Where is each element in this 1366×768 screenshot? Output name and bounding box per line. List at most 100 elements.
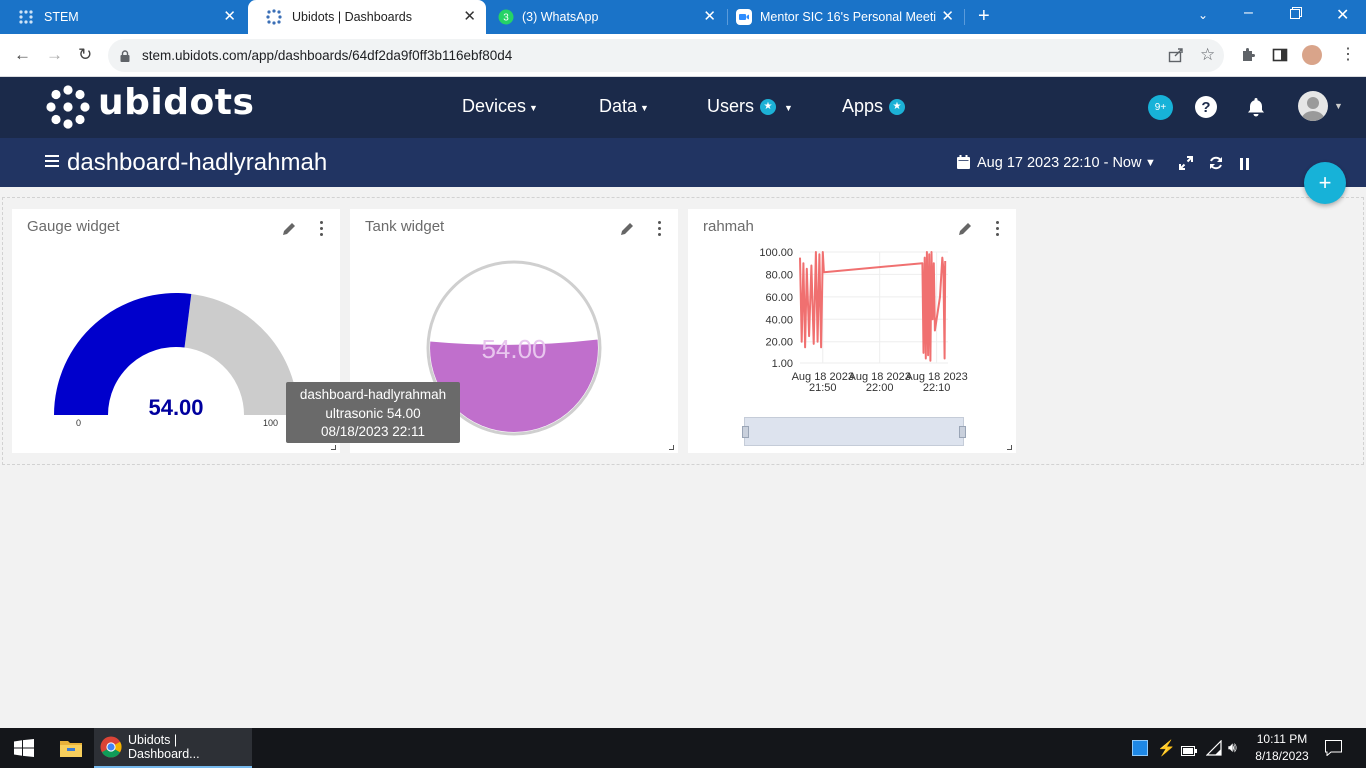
- tab-title: (3) WhatsApp: [522, 10, 599, 24]
- range-slider[interactable]: [742, 417, 966, 446]
- side-panel-icon[interactable]: [1272, 47, 1288, 63]
- range-slider-left-handle[interactable]: [742, 426, 749, 438]
- nav-data[interactable]: Data ▼: [599, 96, 649, 117]
- date-range-selector[interactable]: Aug 17 2023 22:10 - Now: [977, 155, 1141, 171]
- ubidots-logo-text[interactable]: ubidots: [98, 82, 254, 123]
- reload-icon[interactable]: ↻: [78, 46, 92, 64]
- forward-icon[interactable]: →: [46, 46, 63, 64]
- tooltip-variable: ultrasonic 54.00: [325, 405, 421, 421]
- tab-search-chevron-icon[interactable]: ⌄: [1198, 8, 1208, 22]
- pause-icon[interactable]: [1240, 157, 1249, 170]
- y-tick-label: 20.00: [765, 337, 793, 349]
- zoom-favicon-icon: [736, 9, 752, 25]
- close-tab-icon[interactable]: ✕: [463, 9, 476, 24]
- back-icon[interactable]: ←: [14, 46, 31, 64]
- y-tick-label: 60.00: [765, 292, 793, 304]
- caret-down-icon: ▼: [529, 103, 538, 113]
- more-menu-icon[interactable]: ⋮: [1340, 44, 1356, 64]
- resize-handle[interactable]: [1007, 445, 1012, 450]
- close-window-icon[interactable]: ✕: [1336, 5, 1349, 25]
- caret-down-icon: ▼: [784, 103, 793, 113]
- line-chart-widget[interactable]: rahmah 100.00 80.00 60.00 40.00 20.00 1.00 Aug…: [688, 209, 1016, 453]
- y-tick-label: 100.00: [759, 247, 793, 259]
- omnibox[interactable]: stem.ubidots.com/app/dashboards/64df2da9…: [108, 39, 1224, 72]
- bookmark-star-icon[interactable]: ☆: [1200, 45, 1215, 65]
- range-slider-right-handle[interactable]: [959, 426, 966, 438]
- clock-time: 10:11 PM: [1256, 732, 1308, 746]
- notifications-center-icon[interactable]: [1325, 740, 1342, 757]
- y-tick-label: 40.00: [765, 314, 793, 326]
- battery-icon[interactable]: [1181, 743, 1197, 756]
- chrome-icon: [100, 736, 122, 758]
- tab-title: Mentor SIC 16's Personal Meetin: [760, 10, 936, 24]
- nav-data-label: Data: [599, 96, 638, 116]
- share-icon[interactable]: [1168, 47, 1184, 63]
- bell-icon[interactable]: [1245, 96, 1267, 118]
- wifi-icon[interactable]: [1205, 739, 1222, 756]
- minimize-icon[interactable]: –: [1244, 4, 1253, 22]
- help-icon[interactable]: ?: [1195, 96, 1217, 118]
- address-bar-row: ← → ↻ stem.ubidots.com/app/dashboards/64…: [0, 34, 1366, 77]
- x-tick-time-label: 21:50: [809, 382, 837, 394]
- add-widget-button[interactable]: +: [1304, 162, 1346, 204]
- tank-value: 54.00: [481, 334, 547, 364]
- tray-app-icon[interactable]: [1132, 740, 1148, 756]
- tab-ubidots-dashboards[interactable]: Ubidots | Dashboards ✕: [248, 0, 486, 34]
- tab-zoom-meeting[interactable]: Mentor SIC 16's Personal Meetin ✕: [728, 0, 964, 34]
- file-explorer-icon[interactable]: [60, 739, 82, 757]
- nav-users[interactable]: Users ★ ▼: [707, 96, 793, 117]
- tab-title: STEM: [44, 10, 79, 24]
- lock-icon: [120, 49, 130, 62]
- resize-handle[interactable]: [669, 445, 674, 450]
- nav-apps-label: Apps: [842, 96, 884, 116]
- calendar-icon[interactable]: [957, 155, 970, 169]
- volume-icon[interactable]: 🔊︎: [1228, 739, 1237, 756]
- premium-star-icon: ★: [889, 98, 906, 115]
- notification-count-badge[interactable]: 9+: [1148, 95, 1173, 120]
- tab-stem[interactable]: STEM ✕: [0, 0, 246, 34]
- taskbar-chrome-app[interactable]: Ubidots | Dashboard...: [94, 728, 252, 768]
- taskbar-clock[interactable]: 10:11 PM 8/18/2023: [1250, 731, 1314, 765]
- nav-apps[interactable]: Apps ★: [842, 96, 906, 117]
- nav-devices-label: Devices: [462, 96, 527, 116]
- profile-avatar[interactable]: [1302, 45, 1322, 65]
- nav-devices[interactable]: Devices ▼: [462, 96, 538, 117]
- tab-whatsapp[interactable]: 3 (3) WhatsApp ✕: [488, 0, 726, 34]
- y-tick-label: 80.00: [765, 269, 793, 281]
- user-menu-caret-icon[interactable]: ▼: [1334, 101, 1343, 111]
- resize-handle[interactable]: [331, 445, 336, 450]
- whatsapp-badge: 3: [503, 13, 509, 24]
- series-line: [799, 251, 947, 362]
- close-tab-icon[interactable]: ✕: [703, 9, 716, 24]
- date-range-caret-icon[interactable]: ▼: [1145, 157, 1156, 169]
- new-tab-icon[interactable]: +: [978, 6, 990, 26]
- gauge-min-label: 0: [76, 418, 82, 428]
- close-tab-icon[interactable]: ✕: [223, 9, 236, 24]
- tray-bolt-icon[interactable]: ⚡: [1157, 739, 1176, 757]
- hamburger-menu-icon[interactable]: [45, 155, 59, 169]
- refresh-icon[interactable]: [1209, 156, 1223, 170]
- ubidots-logo-icon[interactable]: [46, 85, 90, 129]
- fullscreen-icon[interactable]: [1179, 156, 1193, 170]
- stem-favicon-icon: [18, 9, 34, 25]
- help-glyph: ?: [1201, 98, 1211, 116]
- tooltip-dashboard: dashboard-hadlyrahmah: [299, 387, 447, 402]
- ubidots-favicon-icon: [266, 9, 282, 25]
- nav-users-label: Users: [707, 96, 755, 116]
- gauge-value: 54.00: [148, 395, 204, 420]
- notification-count: 9+: [1154, 102, 1167, 113]
- gauge-max-label: 100: [263, 418, 279, 428]
- url-text[interactable]: stem.ubidots.com/app/dashboards/64df2da9…: [142, 48, 512, 63]
- close-tab-icon[interactable]: ✕: [941, 9, 954, 24]
- restore-icon[interactable]: [1290, 6, 1302, 19]
- windows-start-icon[interactable]: [14, 739, 34, 757]
- user-avatar[interactable]: [1298, 91, 1328, 121]
- clock-date: 8/18/2023: [1255, 749, 1309, 763]
- x-tick-time-label: 22:00: [866, 382, 894, 394]
- tooltip-timestamp: 08/18/2023 22:11: [320, 424, 426, 439]
- caret-down-icon: ▼: [640, 103, 649, 113]
- dashboard-title[interactable]: dashboard-hadlyrahmah: [67, 149, 327, 177]
- gauge-tooltip: dashboard-hadlyrahmah ultrasonic 54.00 0…: [286, 382, 460, 443]
- extensions-icon[interactable]: [1240, 47, 1256, 63]
- whatsapp-favicon-icon: 3: [498, 9, 514, 25]
